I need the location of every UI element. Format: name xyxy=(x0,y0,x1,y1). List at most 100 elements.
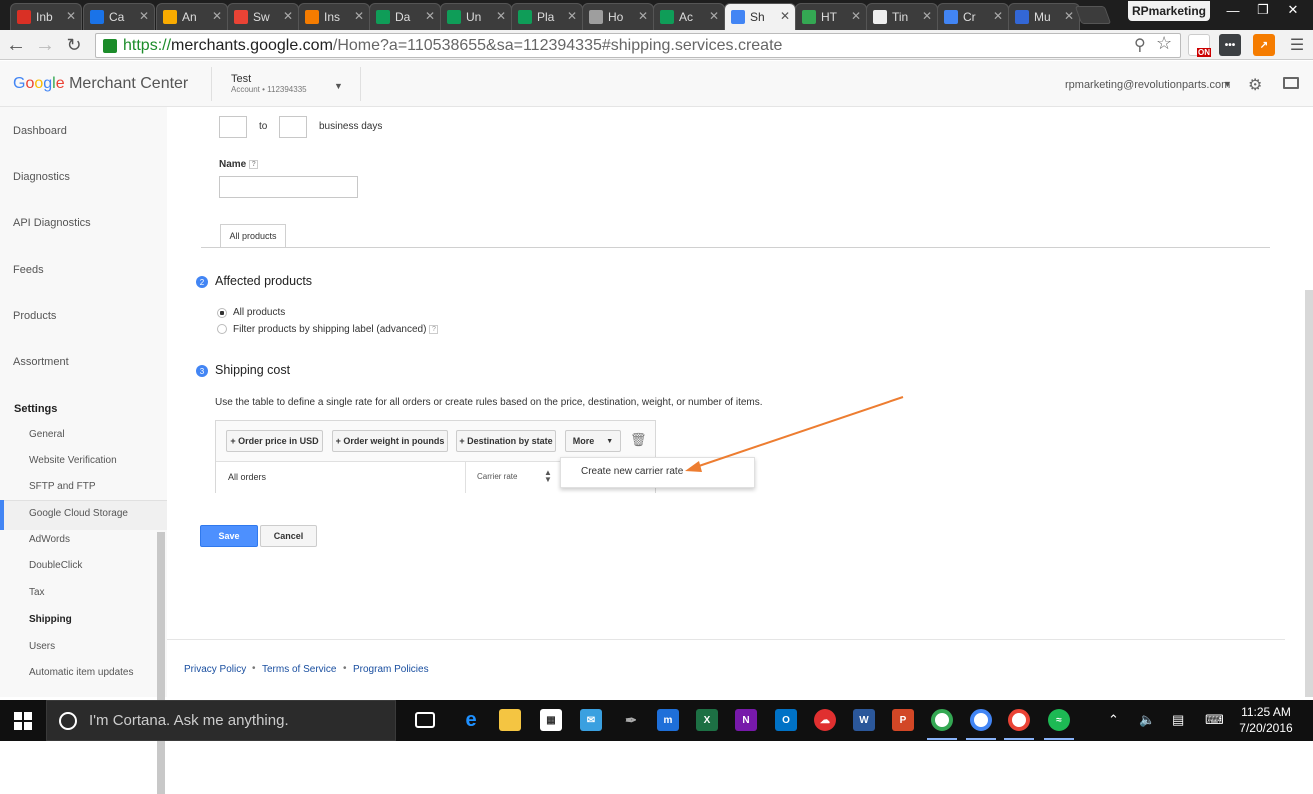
browser-tab[interactable]: Pla ✕ xyxy=(511,3,583,30)
chrome-icon[interactable] xyxy=(1008,709,1030,731)
sidebar-subitem-general[interactable]: General xyxy=(29,429,65,440)
remote-app-icon[interactable]: m xyxy=(657,709,679,731)
select-arrows-icon[interactable]: ▲ ▼ xyxy=(544,469,552,484)
tab-close-icon[interactable]: ✕ xyxy=(922,9,932,23)
tab-close-icon[interactable]: ✕ xyxy=(283,9,293,23)
sidebar-subitem-adwords[interactable]: AdWords xyxy=(29,534,70,545)
sidebar-item-settings[interactable]: Settings xyxy=(14,403,57,415)
powerpoint-icon[interactable]: P xyxy=(892,709,914,731)
account-selector[interactable]: Test Account • 112394335 ▼ xyxy=(211,67,361,101)
browser-tab[interactable]: Mu ✕ xyxy=(1008,3,1080,30)
onenote-icon[interactable]: N xyxy=(735,709,757,731)
rate-select[interactable]: Carrier rate xyxy=(477,472,517,481)
excel-icon[interactable]: X xyxy=(696,709,718,731)
user-email[interactable]: rpmarketing@revolutionparts.com xyxy=(1065,79,1230,91)
extension-on-icon[interactable]: ON xyxy=(1188,34,1211,57)
sidebar-subitem-doubleclick[interactable]: DoubleClick xyxy=(29,560,82,571)
sidebar-subitem-users[interactable]: Users xyxy=(29,641,55,652)
add-order-price-button[interactable]: + Order price in USD xyxy=(226,430,323,452)
tab-close-icon[interactable]: ✕ xyxy=(567,9,577,23)
browser-tab[interactable]: Inb ✕ xyxy=(10,3,82,30)
tab-close-icon[interactable]: ✕ xyxy=(1064,9,1074,23)
menu-icon[interactable]: ☰ xyxy=(1286,33,1308,57)
chrome-icon[interactable] xyxy=(931,709,953,731)
browser-tab[interactable]: An ✕ xyxy=(156,3,228,30)
clock[interactable]: 11:25 AM 7/20/2016 xyxy=(1236,704,1296,736)
sidebar-item-diagnostics[interactable]: Diagnostics xyxy=(13,171,70,183)
tab-close-icon[interactable]: ✕ xyxy=(354,9,364,23)
browser-tab[interactable]: Cr ✕ xyxy=(937,3,1009,30)
cortana-search-box[interactable]: I'm Cortana. Ask me anything. xyxy=(46,700,396,741)
profile-button[interactable]: RPmarketing xyxy=(1128,1,1210,21)
reload-icon[interactable]: ↻ xyxy=(63,33,85,57)
radio-filter-products[interactable] xyxy=(217,324,227,334)
program-policies-link[interactable]: Program Policies xyxy=(353,664,429,675)
sidebar-subitem-automatic-item-updates[interactable]: Automatic item updates xyxy=(29,667,134,678)
extension-dots-icon[interactable]: ••• xyxy=(1219,34,1241,56)
tab-close-icon[interactable]: ✕ xyxy=(66,9,76,23)
pen-icon[interactable]: ✒ xyxy=(620,709,642,731)
tab-close-icon[interactable]: ✕ xyxy=(993,9,1003,23)
extension-chart-icon[interactable]: ↗ xyxy=(1253,34,1275,56)
help-icon[interactable]: ? xyxy=(429,324,439,334)
edge-icon[interactable]: e xyxy=(460,709,482,731)
minimize-icon[interactable]: — xyxy=(1218,0,1248,20)
close-window-icon[interactable]: ✕ xyxy=(1278,0,1308,20)
browser-tab[interactable]: Sh ✕ xyxy=(724,3,796,30)
mail-app-icon[interactable]: ✉ xyxy=(580,709,602,731)
google-merchant-center-logo[interactable]: Google Merchant Center xyxy=(13,75,188,93)
store-icon[interactable]: ▦ xyxy=(540,709,562,731)
sidebar-item-feeds[interactable]: Feeds xyxy=(13,264,44,276)
sidebar-subitem-google-cloud-storage[interactable]: Google Cloud Storage xyxy=(29,508,128,519)
create-new-carrier-rate-option[interactable]: Create new carrier rate xyxy=(581,466,683,477)
file-explorer-icon[interactable] xyxy=(499,709,521,731)
tab-close-icon[interactable]: ✕ xyxy=(638,9,648,23)
word-icon[interactable]: W xyxy=(853,709,875,731)
tab-close-icon[interactable]: ✕ xyxy=(851,9,861,23)
new-tab-button[interactable] xyxy=(1074,6,1112,24)
radio-all-products[interactable] xyxy=(217,308,227,318)
spotify-icon[interactable]: ≈ xyxy=(1048,709,1070,731)
address-bar[interactable]: https://merchants.google.com/Home?a=1105… xyxy=(95,33,1181,58)
page-scrollbar[interactable] xyxy=(1305,290,1313,697)
tab-all-products[interactable]: All products xyxy=(220,224,286,247)
chevron-down-icon[interactable]: ▼ xyxy=(1223,79,1232,89)
trash-icon[interactable]: 🗑 xyxy=(630,432,647,448)
sidebar-scrollbar[interactable] xyxy=(157,532,165,794)
browser-tab[interactable]: Un ✕ xyxy=(440,3,512,30)
transit-min-days-input[interactable] xyxy=(219,116,247,138)
gear-icon[interactable]: ⚙ xyxy=(1248,75,1262,95)
help-icon[interactable]: ? xyxy=(249,159,259,169)
tab-close-icon[interactable]: ✕ xyxy=(709,9,719,23)
add-destination-button[interactable]: + Destination by state xyxy=(456,430,556,452)
browser-tab[interactable]: Ca ✕ xyxy=(83,3,155,30)
browser-tab[interactable]: HT ✕ xyxy=(795,3,867,30)
sidebar-subitem-tax[interactable]: Tax xyxy=(29,587,45,598)
mail-icon[interactable] xyxy=(1283,77,1299,89)
sidebar-subitem-shipping[interactable]: Shipping xyxy=(29,614,72,625)
sidebar-subitem-sftp-ftp[interactable]: SFTP and FTP xyxy=(29,481,96,492)
tab-close-icon[interactable]: ✕ xyxy=(139,9,149,23)
sidebar-item-products[interactable]: Products xyxy=(13,310,56,322)
browser-tab[interactable]: Da ✕ xyxy=(369,3,441,30)
action-center-icon[interactable]: ▤ xyxy=(1172,712,1184,728)
forward-icon[interactable]: → xyxy=(34,33,56,57)
tab-close-icon[interactable]: ✕ xyxy=(780,9,790,23)
save-button[interactable]: Save xyxy=(200,525,258,547)
browser-tab[interactable]: Tin ✕ xyxy=(866,3,938,30)
sidebar-item-assortment[interactable]: Assortment xyxy=(13,356,69,368)
privacy-policy-link[interactable]: Privacy Policy xyxy=(184,664,246,675)
tab-close-icon[interactable]: ✕ xyxy=(425,9,435,23)
browser-tab[interactable]: Ac ✕ xyxy=(653,3,725,30)
task-view-icon[interactable] xyxy=(415,712,435,728)
star-icon[interactable]: ☆ xyxy=(1156,33,1172,54)
radio-all-products-label[interactable]: All products xyxy=(233,307,285,318)
creative-cloud-icon[interactable]: ☁ xyxy=(814,709,836,731)
volume-icon[interactable]: 🔈 xyxy=(1139,712,1155,728)
browser-tab[interactable]: Sw ✕ xyxy=(227,3,299,30)
browser-tab[interactable]: Ho ✕ xyxy=(582,3,654,30)
cancel-button[interactable]: Cancel xyxy=(260,525,317,547)
transit-max-days-input[interactable] xyxy=(279,116,307,138)
sidebar-item-api-diagnostics[interactable]: API Diagnostics xyxy=(13,217,91,229)
add-order-weight-button[interactable]: + Order weight in pounds xyxy=(332,430,448,452)
